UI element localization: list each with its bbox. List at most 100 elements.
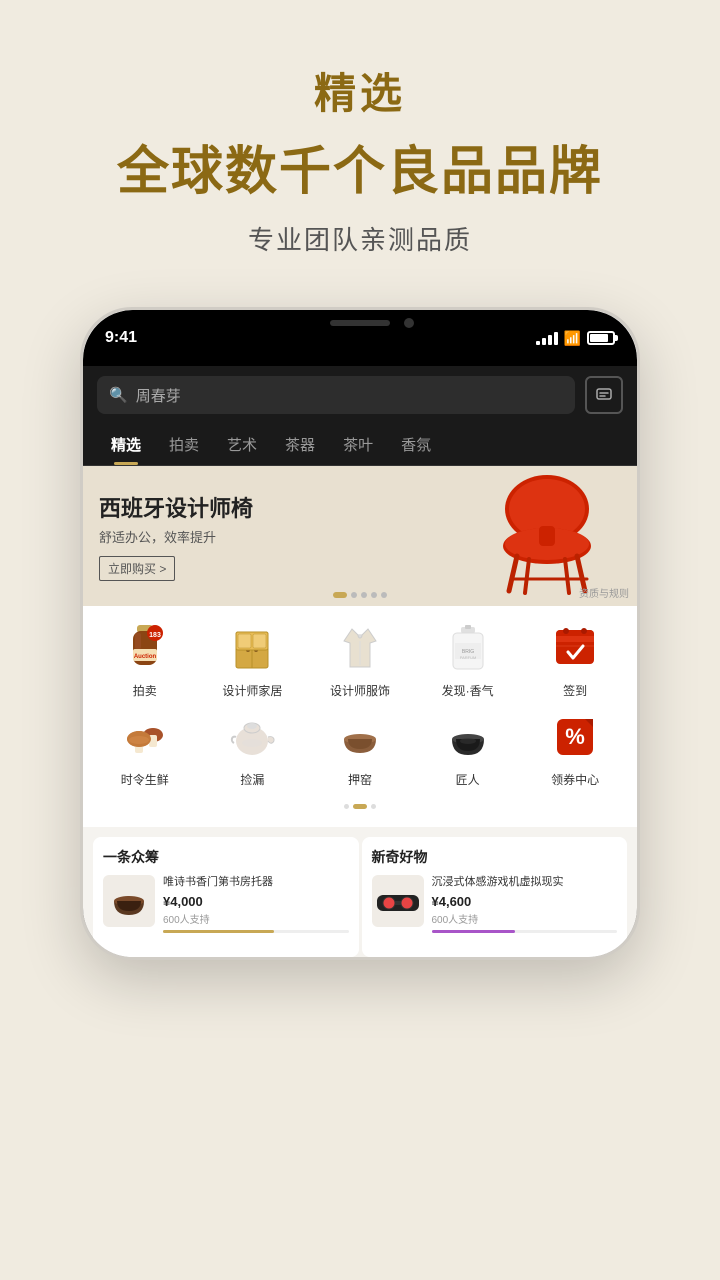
ind-dot-3 [371, 804, 376, 809]
svg-text:%: % [565, 724, 585, 749]
designer-fashion-icon [336, 621, 384, 675]
svg-text:Auction: Auction [134, 654, 157, 660]
wifi-icon: 📶 [564, 330, 581, 347]
coupon-icon-wrap: % [547, 709, 603, 765]
dot-5 [381, 592, 387, 598]
svg-text:183: 183 [149, 632, 161, 639]
seasonal-icon-wrap [117, 709, 173, 765]
category-designer-home-label: 设计师家居 [222, 682, 282, 699]
crowdfund-product-support: 600人支持 [163, 911, 349, 926]
notch-camera [404, 318, 414, 328]
category-fragrance-label: 发现·香气 [442, 682, 494, 699]
novelty-section: 新奇好物 沉浸式体感游戏机虚拟现实 [362, 837, 628, 957]
sections-row: 一条众筹 唯诗书香门第书房托器 ¥4,000 [83, 827, 637, 957]
auction-icon: Auction 183 [119, 621, 171, 675]
novelty-product-support: 600人支持 [432, 911, 618, 926]
battery-fill [590, 334, 608, 342]
pressed-icon [334, 711, 386, 763]
banner-dots [333, 592, 387, 598]
category-signin[interactable]: 签到 [530, 620, 620, 699]
category-bargain[interactable]: 捡漏 [207, 709, 297, 788]
category-row-2: 时令生鲜 [91, 709, 629, 788]
hero-title-small: 精选 [0, 60, 720, 121]
crowdfund-product-name: 唯诗书香门第书房托器 [163, 875, 349, 890]
category-artisan-label: 匠人 [456, 771, 480, 788]
artisan-icon-wrap [440, 709, 496, 765]
phone-wrapper: 9:41 📶 [0, 307, 720, 960]
crowdfund-progress-fill [163, 930, 274, 933]
crowdfund-progress-bar [163, 930, 349, 933]
category-paimai-label: 拍卖 [133, 682, 157, 699]
tab-yishu[interactable]: 艺术 [213, 424, 271, 465]
category-designer-fashion[interactable]: 设计师服饰 [315, 620, 405, 699]
category-grid: Auction 183 拍卖 [83, 606, 637, 827]
crowdfund-product-image [103, 875, 155, 927]
hero-subtitle: 专业团队亲测品质 [0, 220, 720, 257]
category-coupon-label: 领券中心 [551, 771, 599, 788]
novelty-product-info: 沉浸式体感游戏机虚拟现实 ¥4,600 600人支持 [432, 875, 618, 933]
category-seasonal[interactable]: 时令生鲜 [100, 709, 190, 788]
designer-fashion-icon-wrap [332, 620, 388, 676]
category-paimai[interactable]: Auction 183 拍卖 [100, 620, 190, 699]
novelty-progress-bar [432, 930, 618, 933]
category-bargain-label: 捡漏 [240, 771, 264, 788]
tab-paimai[interactable]: 拍卖 [155, 424, 213, 465]
search-icon: 🔍 [109, 386, 128, 404]
tab-indicator [91, 798, 629, 813]
banner-subtitle: 舒适办公，效率提升 [99, 527, 253, 546]
phone-content: 🔍 周春芽 精选 拍卖 艺术 茶器 茶叶 香氛 [83, 366, 637, 957]
signin-icon [550, 622, 600, 674]
tab-chaye[interactable]: 茶叶 [329, 424, 387, 465]
banner[interactable]: 西班牙设计师椅 舒适办公，效率提升 立即购买 > [83, 466, 637, 606]
ind-dot-2 [353, 804, 367, 809]
message-icon[interactable] [585, 376, 623, 414]
battery-icon [587, 331, 615, 345]
bargain-icon-wrap [224, 709, 280, 765]
tab-chaji[interactable]: 茶器 [271, 424, 329, 465]
tab-xiangqi[interactable]: 香氛 [387, 424, 445, 465]
category-designer-home[interactable]: 设计师家居 [207, 620, 297, 699]
phone-status-bar: 9:41 📶 [83, 310, 637, 366]
pressed-icon-wrap [332, 709, 388, 765]
banner-cta-button[interactable]: 立即购买 > [99, 556, 175, 581]
novelty-title: 新奇好物 [372, 847, 618, 867]
artisan-icon [442, 711, 494, 763]
crowdfund-section: 一条众筹 唯诗书香门第书房托器 ¥4,000 [93, 837, 359, 957]
category-coupon[interactable]: % 领券中心 [530, 709, 620, 788]
category-pressed[interactable]: 押窑 [315, 709, 405, 788]
bargain-icon [226, 711, 278, 763]
phone-mockup: 9:41 📶 [80, 307, 640, 960]
seasonal-icon [119, 711, 171, 763]
novelty-product-image [372, 875, 424, 927]
dot-1 [333, 592, 347, 598]
hero-section: 精选 全球数千个良品品牌 专业团队亲测品质 [0, 0, 720, 287]
status-icons: 📶 [536, 330, 615, 347]
category-fragrance[interactable]: BRIG PARFUM 发现·香气 [423, 620, 513, 699]
svg-text:PARFUM: PARFUM [459, 655, 476, 660]
category-signin-label: 签到 [563, 682, 587, 699]
category-designer-fashion-label: 设计师服饰 [330, 682, 390, 699]
crowdfund-product-price: ¥4,000 [163, 894, 349, 909]
novelty-product-name: 沉浸式体感游戏机虚拟现实 [432, 875, 618, 890]
tab-jingxuan[interactable]: 精选 [97, 424, 155, 465]
category-row-1: Auction 183 拍卖 [91, 620, 629, 699]
crowdfund-title: 一条众筹 [103, 847, 349, 867]
novelty-progress-fill [432, 930, 515, 933]
crowdfund-product[interactable]: 唯诗书香门第书房托器 ¥4,000 600人支持 [103, 875, 349, 933]
coupon-icon: % [549, 711, 601, 763]
category-pressed-label: 押窑 [348, 771, 372, 788]
novelty-product-price: ¥4,600 [432, 894, 618, 909]
fragrance-icon-wrap: BRIG PARFUM [440, 620, 496, 676]
ind-dot-1 [344, 804, 349, 809]
fragrance-icon: BRIG PARFUM [445, 621, 491, 675]
dot-3 [361, 592, 367, 598]
search-input-area[interactable]: 🔍 周春芽 [97, 376, 575, 414]
search-input[interactable]: 周春芽 [136, 385, 181, 406]
dot-4 [371, 592, 377, 598]
auction-icon-wrap: Auction 183 [117, 620, 173, 676]
category-artisan[interactable]: 匠人 [423, 709, 513, 788]
novelty-product[interactable]: 沉浸式体感游戏机虚拟现实 ¥4,600 600人支持 [372, 875, 618, 933]
crowdfund-product-info: 唯诗书香门第书房托器 ¥4,000 600人支持 [163, 875, 349, 933]
phone-notch [280, 310, 440, 338]
signal-icon [536, 332, 558, 345]
